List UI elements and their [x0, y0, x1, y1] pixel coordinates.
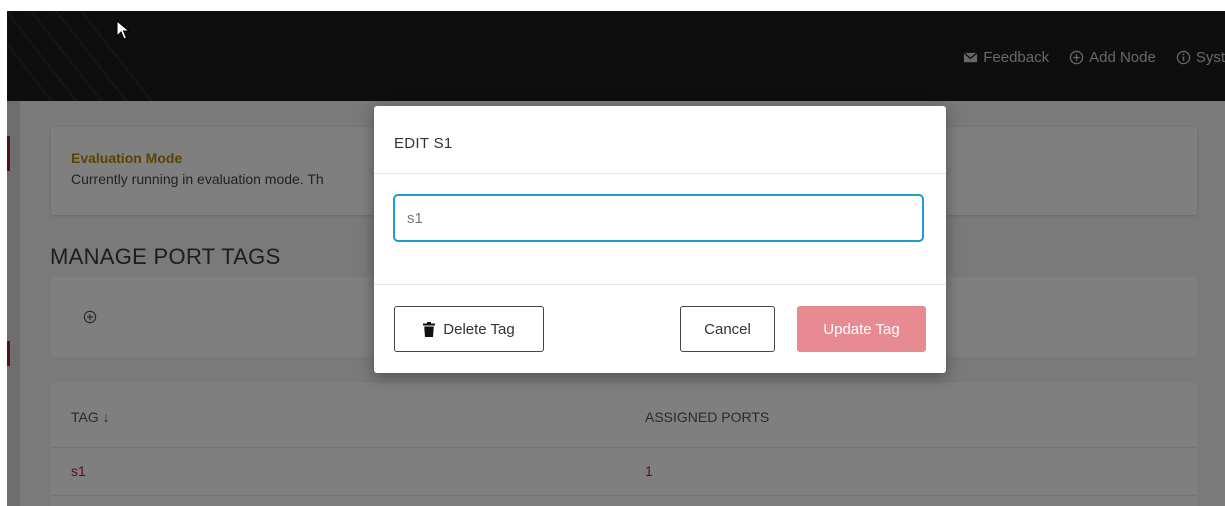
- cancel-label: Cancel: [704, 320, 751, 338]
- dialog-divider: [374, 173, 946, 174]
- dialog-divider: [374, 284, 946, 285]
- edit-tag-dialog: EDIT S1 Delete Tag Cancel Update Tag: [374, 106, 946, 373]
- tag-name-input[interactable]: [393, 194, 924, 242]
- app-window: Feedback Add Node Syst Evaluation Mode C…: [7, 11, 1225, 506]
- update-tag-button[interactable]: Update Tag: [797, 306, 926, 352]
- delete-tag-label: Delete Tag: [443, 320, 515, 338]
- delete-tag-button[interactable]: Delete Tag: [394, 306, 544, 352]
- window-frame-top: [0, 0, 1225, 11]
- trash-icon: [423, 321, 436, 337]
- dialog-title: EDIT S1: [394, 135, 453, 152]
- window-frame-left: [0, 0, 7, 506]
- cancel-button[interactable]: Cancel: [680, 306, 775, 352]
- mouse-cursor-icon: [116, 20, 130, 40]
- update-tag-label: Update Tag: [823, 320, 900, 338]
